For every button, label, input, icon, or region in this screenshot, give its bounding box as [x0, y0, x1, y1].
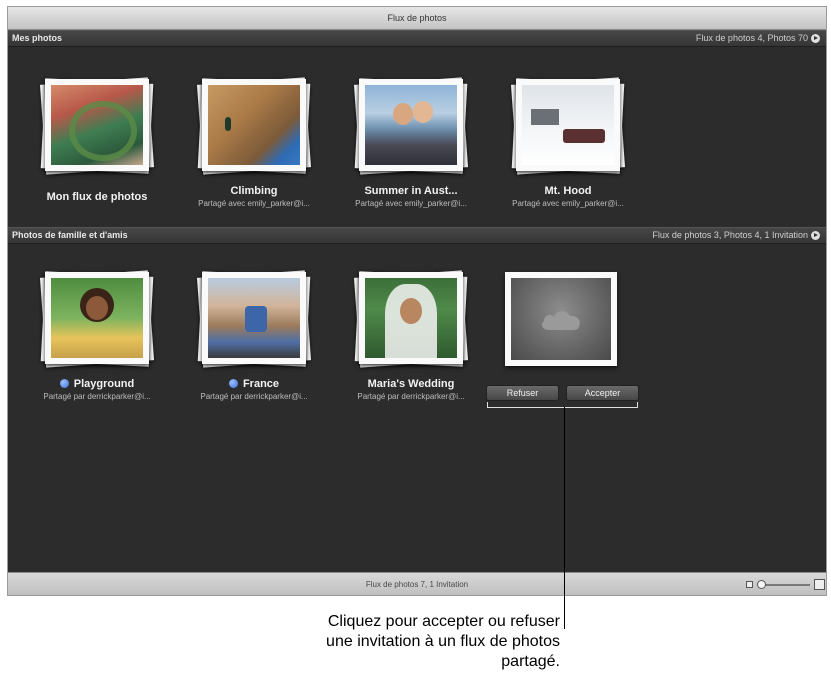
album-shared-with: Partagé avec emily_parker@i...	[512, 199, 624, 208]
status-bar: Flux de photos 7, 1 Invitation	[8, 572, 826, 595]
album-shared-by: Partagé par derrickparker@i...	[43, 392, 151, 401]
album-name: Summer in Aust...	[364, 185, 458, 197]
section-header-family: Photos de famille et d'amis Flux de phot…	[8, 227, 826, 244]
decline-button[interactable]: Refuser	[486, 385, 559, 401]
album-name: France	[179, 378, 329, 390]
zoom-slider-knob[interactable]	[757, 580, 766, 589]
photo-mt-hood	[522, 85, 614, 165]
callout-text: Cliquez pour accepter ou refuser une inv…	[240, 612, 560, 672]
album-name: Playground	[22, 378, 172, 390]
photo-stream-window: Flux de photos Mes photos Flux de photos…	[7, 6, 827, 596]
album-france[interactable]: France Partagé par derrickparker@i...	[179, 270, 329, 401]
unread-dot-icon	[59, 379, 69, 388]
album-summer[interactable]: Summer in Aust... Partagé avec emily_par…	[336, 77, 486, 208]
arrow-right-icon[interactable]	[811, 34, 820, 43]
album-shared-by: Partagé par derrickparker@i...	[357, 392, 465, 401]
zoom-small-icon[interactable]	[746, 581, 753, 588]
unread-dot-icon	[228, 379, 238, 388]
photo-wedding	[365, 278, 457, 358]
photo-playground	[51, 278, 143, 358]
album-climbing[interactable]: Climbing Partagé avec emily_parker@i...	[179, 77, 329, 208]
album-playground[interactable]: Playground Partagé par derrickparker@i..…	[22, 270, 172, 401]
album-thumbnail[interactable]	[508, 77, 628, 177]
album-name: Climbing	[230, 185, 278, 197]
section-header-my-photos: Mes photos Flux de photos 4, Photos 70	[8, 30, 826, 47]
callout-line	[564, 407, 565, 629]
album-shared-with: Partagé avec emily_parker@i...	[198, 199, 310, 208]
invitation-thumbnail[interactable]	[497, 270, 625, 370]
photo-summer	[365, 85, 457, 165]
album-marias-wedding[interactable]: Maria's Wedding Partagé par derrickparke…	[336, 270, 486, 401]
album-thumbnail[interactable]	[351, 270, 471, 370]
zoom-large-icon[interactable]	[814, 579, 825, 590]
album-mt-hood[interactable]: Mt. Hood Partagé avec emily_parker@i...	[493, 77, 643, 208]
window-title: Flux de photos	[8, 7, 826, 30]
album-my-stream[interactable]: Mon flux de photos	[22, 77, 172, 203]
section-info-my-photos: Flux de photos 4, Photos 70	[695, 33, 808, 43]
album-thumbnail[interactable]	[194, 77, 314, 177]
album-name: Mon flux de photos	[46, 191, 148, 203]
callout-bracket	[487, 402, 638, 408]
section-title-family: Photos de famille et d'amis	[12, 230, 128, 240]
status-text: Flux de photos 7, 1 Invitation	[365, 580, 469, 589]
album-thumbnail[interactable]	[37, 77, 157, 177]
photo-france	[208, 278, 300, 358]
album-name: Mt. Hood	[544, 185, 592, 197]
photo-rope	[51, 85, 143, 165]
invitation-album[interactable]	[486, 270, 636, 370]
accept-button[interactable]: Accepter	[566, 385, 639, 401]
album-thumbnail[interactable]	[194, 270, 314, 370]
callout-line-1: Cliquez pour accepter ou refuser	[327, 613, 560, 630]
album-shared-with: Partagé avec emily_parker@i...	[355, 199, 467, 208]
section-info-family: Flux de photos 3, Photos 4, 1 Invitation	[652, 230, 808, 240]
album-thumbnail[interactable]	[37, 270, 157, 370]
callout-line-2: une invitation à un flux de photos	[326, 633, 560, 650]
cloud-icon	[541, 311, 580, 330]
album-thumbnail[interactable]	[351, 77, 471, 177]
content-area: Mes photos Flux de photos 4, Photos 70 M…	[8, 30, 826, 572]
album-shared-by: Partagé par derrickparker@i...	[200, 392, 308, 401]
section-title-my-photos: Mes photos	[12, 33, 63, 43]
arrow-right-icon[interactable]	[811, 231, 820, 240]
album-name: Maria's Wedding	[367, 378, 455, 390]
callout-line-3: partagé.	[501, 653, 560, 670]
photo-climbing	[208, 85, 300, 165]
